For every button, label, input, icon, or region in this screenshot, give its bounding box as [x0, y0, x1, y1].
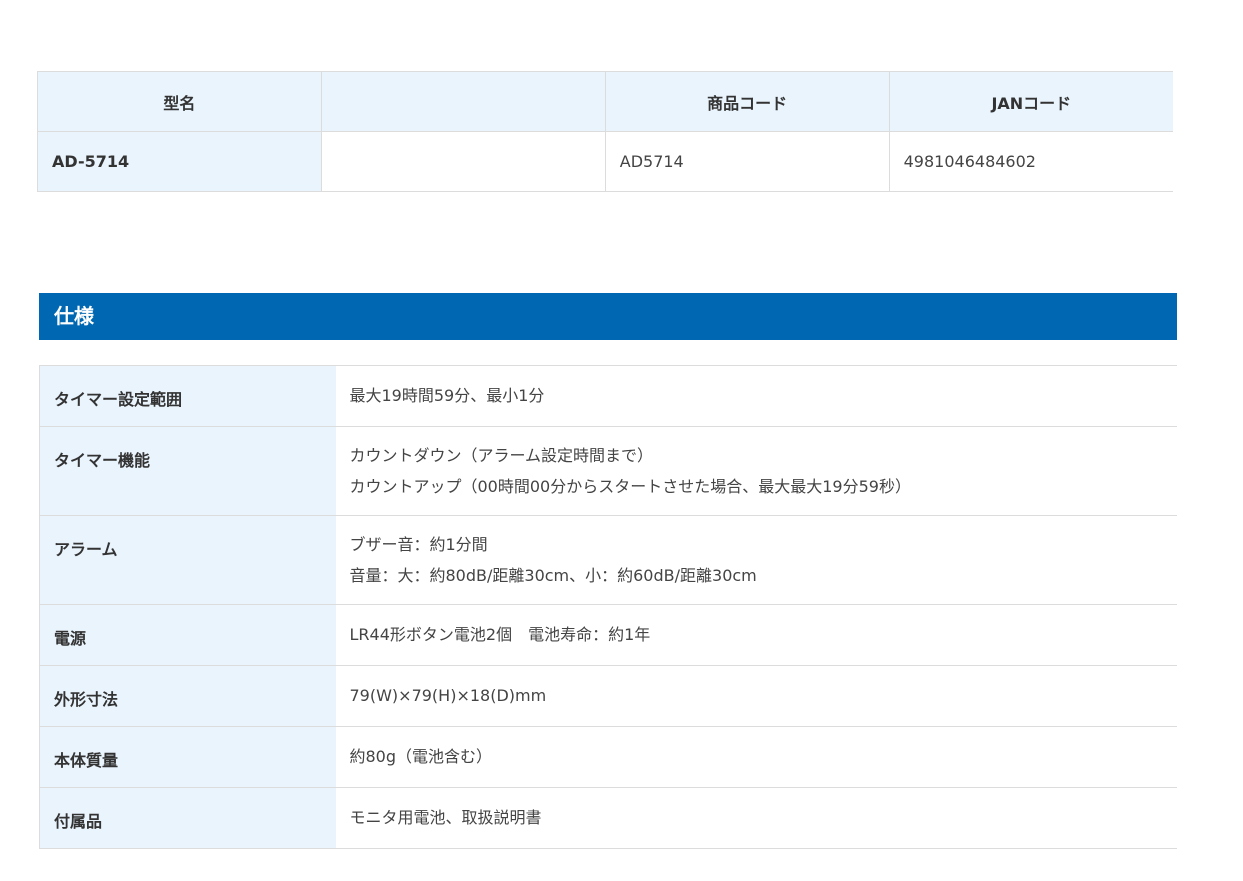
spec-label: 本体質量 [39, 726, 336, 788]
spec-row: 本体質量 約80g（電池含む） [39, 726, 1177, 788]
model-table-header-row: 型名 商品コード JANコード [37, 71, 1173, 132]
spec-label: タイマー機能 [39, 426, 336, 516]
spec-value-line: カウントアップ（00時間00分からスタートさせた場合、最大最大19分59秒） [349, 477, 911, 496]
header-model-name: 型名 [37, 71, 322, 132]
spec-section-title: 仕様 [39, 293, 1177, 340]
spec-label: 付属品 [39, 787, 336, 849]
spec-value-line: モニタ用電池、取扱説明書 [349, 808, 542, 827]
cell-model-name: AD-5714 [37, 131, 322, 192]
spec-label: アラーム [39, 515, 336, 605]
spec-value-line: LR44形ボタン電池2個 電池寿命：約1年 [349, 625, 651, 644]
spec-value-line: 最大19時間59分、最小1分 [349, 386, 545, 405]
spec-value: 79(W)×79(H)×18(D)mm [335, 665, 1177, 727]
spec-value: ブザー音：約1分間 音量：大：約80dB/距離30cm、小：約60dB/距離30… [335, 515, 1177, 605]
spec-value-line: カウントダウン（アラーム設定時間まで） [349, 446, 654, 465]
spec-row: 付属品 モニタ用電池、取扱説明書 [39, 787, 1177, 849]
cell-jan-code: 4981046484602 [888, 131, 1173, 192]
spec-row: タイマー機能 カウントダウン（アラーム設定時間まで） カウントアップ（00時間0… [39, 426, 1177, 516]
spec-label: タイマー設定範囲 [39, 365, 336, 427]
header-product-code: 商品コード [604, 71, 890, 132]
model-table-row: AD-5714 AD5714 4981046484602 [37, 131, 1173, 192]
spec-row: 電源 LR44形ボタン電池2個 電池寿命：約1年 [39, 604, 1177, 666]
cell-blank [320, 131, 606, 192]
spec-value-line: 約80g（電池含む） [349, 747, 493, 766]
cell-product-code: AD5714 [604, 131, 890, 192]
spec-value: 最大19時間59分、最小1分 [335, 365, 1177, 427]
spec-value-line: 79(W)×79(H)×18(D)mm [349, 686, 547, 705]
spec-row: タイマー設定範囲 最大19時間59分、最小1分 [39, 365, 1177, 427]
spec-value: LR44形ボタン電池2個 電池寿命：約1年 [335, 604, 1177, 666]
header-blank [320, 71, 606, 132]
spec-table: タイマー設定範囲 最大19時間59分、最小1分 タイマー機能 カウントダウン（ア… [39, 365, 1177, 849]
spec-value: モニタ用電池、取扱説明書 [335, 787, 1177, 849]
spec-value: カウントダウン（アラーム設定時間まで） カウントアップ（00時間00分からスター… [335, 426, 1177, 516]
model-table: 型名 商品コード JANコード AD-5714 AD5714 498104648… [37, 71, 1173, 192]
spec-label: 外形寸法 [39, 665, 336, 727]
header-jan-code: JANコード [888, 71, 1173, 132]
spec-row: 外形寸法 79(W)×79(H)×18(D)mm [39, 665, 1177, 727]
spec-row: アラーム ブザー音：約1分間 音量：大：約80dB/距離30cm、小：約60dB… [39, 515, 1177, 605]
spec-value: 約80g（電池含む） [335, 726, 1177, 788]
spec-value-line: ブザー音：約1分間 [349, 535, 488, 554]
spec-label: 電源 [39, 604, 336, 666]
spec-value-line: 音量：大：約80dB/距離30cm、小：約60dB/距離30cm [349, 566, 757, 585]
